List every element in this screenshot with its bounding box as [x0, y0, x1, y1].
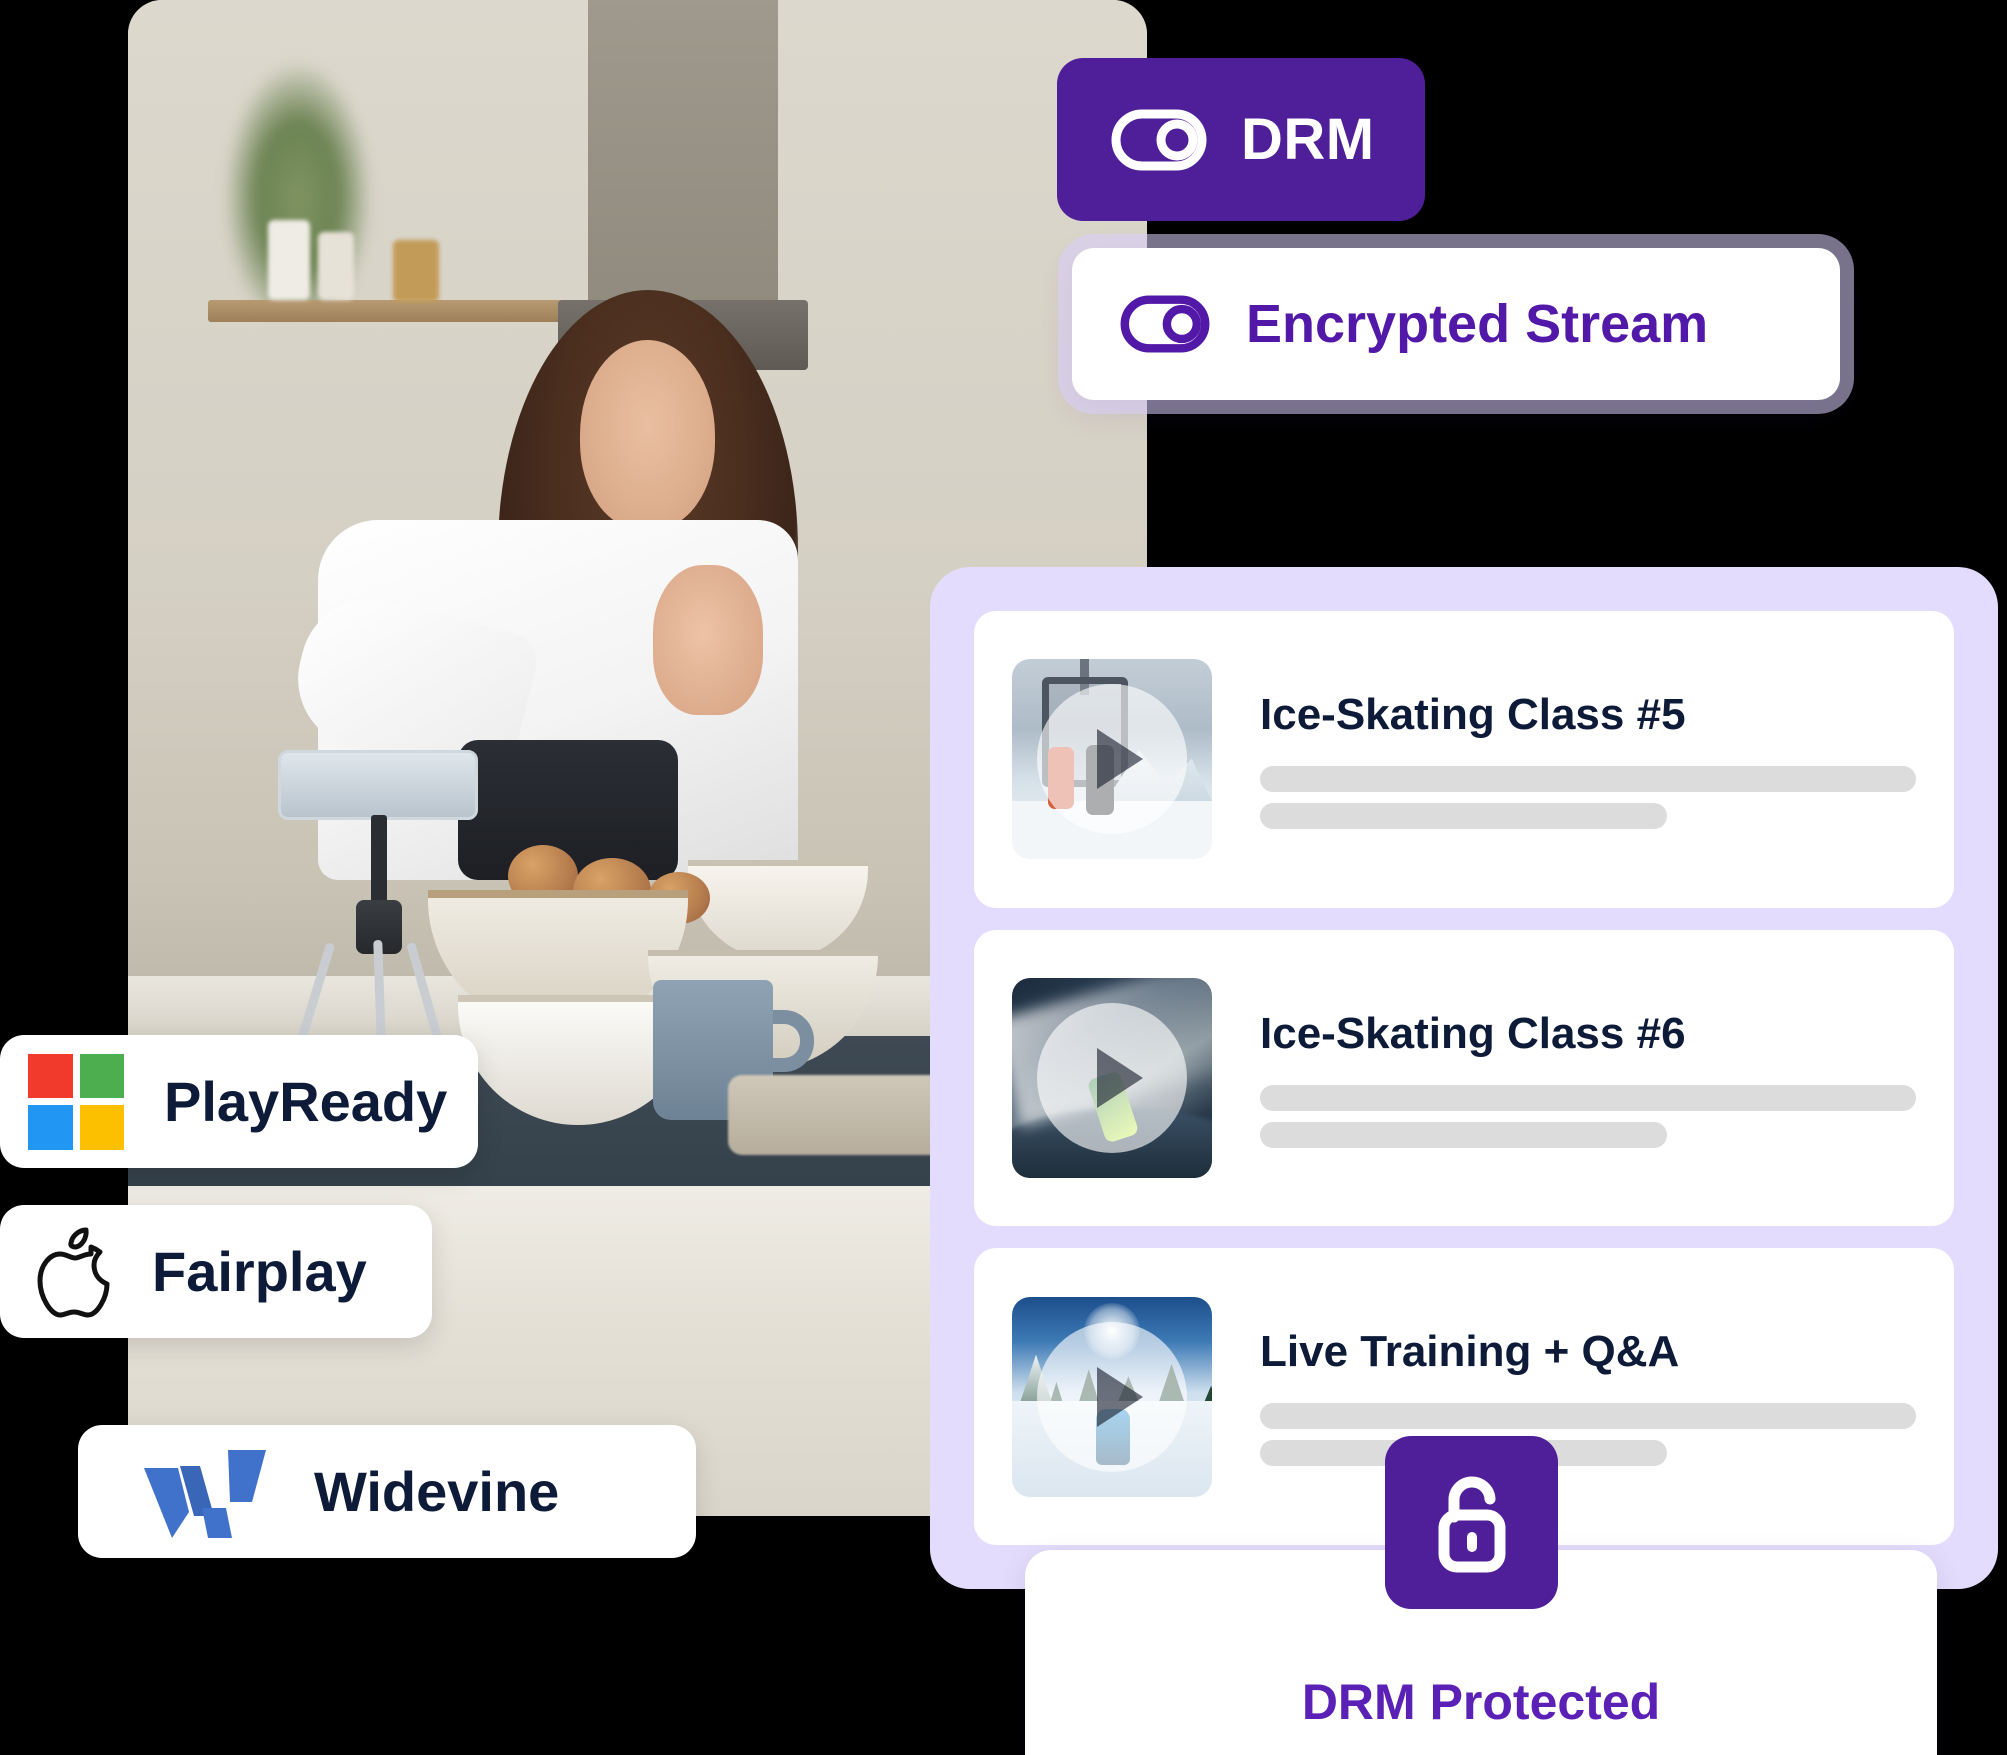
drm-protected-icon-chip [1385, 1436, 1558, 1609]
vendor-label: Widevine [314, 1460, 560, 1523]
list-item[interactable]: Ice-Skating Class #5 [974, 611, 1954, 908]
video-thumbnail[interactable] [1012, 1296, 1212, 1497]
screenshot-root: DRM Encrypted Stream Ice-Skating Class #… [0, 0, 2007, 1755]
placeholder-line [1260, 1121, 1667, 1148]
play-icon[interactable] [1037, 1321, 1187, 1472]
placeholder-line [1260, 802, 1667, 829]
placeholder-line [1260, 765, 1916, 792]
video-thumbnail[interactable] [1012, 978, 1212, 1178]
video-title: Ice-Skating Class #5 [1260, 689, 1686, 739]
play-icon[interactable] [1037, 1003, 1187, 1153]
placeholder-line [1260, 1084, 1916, 1111]
placeholder-lines [1260, 1084, 1916, 1148]
vendor-badge-widevine[interactable]: Widevine [78, 1425, 696, 1558]
toggle-on-icon [1111, 109, 1207, 170]
placeholder-lines [1260, 765, 1916, 829]
play-icon[interactable] [1037, 684, 1187, 835]
video-thumbnail[interactable] [1012, 659, 1212, 860]
vendor-label: Fairplay [152, 1240, 367, 1303]
unlocked-padlock-icon [1438, 1475, 1505, 1572]
drm-badge[interactable]: DRM [1057, 58, 1425, 221]
microsoft-logo [28, 1053, 124, 1150]
video-meta: Ice-Skating Class #6 [1260, 1009, 1916, 1148]
encrypted-stream-label: Encrypted Stream [1246, 294, 1709, 354]
placeholder-lines [1260, 1403, 1916, 1467]
drm-protected-label: DRM Protected [1301, 1674, 1661, 1730]
video-meta: Ice-Skating Class #5 [1260, 690, 1916, 829]
widevine-logo [144, 1449, 266, 1538]
video-meta: Live Training + Q&A [1260, 1327, 1916, 1467]
drm-badge-label: DRM [1241, 107, 1375, 172]
video-title: Ice-Skating Class #6 [1260, 1008, 1686, 1058]
list-item[interactable]: Ice-Skating Class #6 [974, 929, 1954, 1227]
encrypted-stream-badge[interactable]: Encrypted Stream [1072, 248, 1840, 400]
toggle-on-icon [1120, 295, 1210, 353]
placeholder-line [1260, 1403, 1916, 1430]
vendor-label: PlayReady [164, 1070, 448, 1133]
vendor-badge-playready[interactable]: PlayReady [0, 1035, 478, 1168]
video-title: Live Training + Q&A [1260, 1327, 1680, 1377]
apple-logo [37, 1227, 110, 1317]
vendor-badge-fairplay[interactable]: Fairplay [0, 1205, 432, 1338]
